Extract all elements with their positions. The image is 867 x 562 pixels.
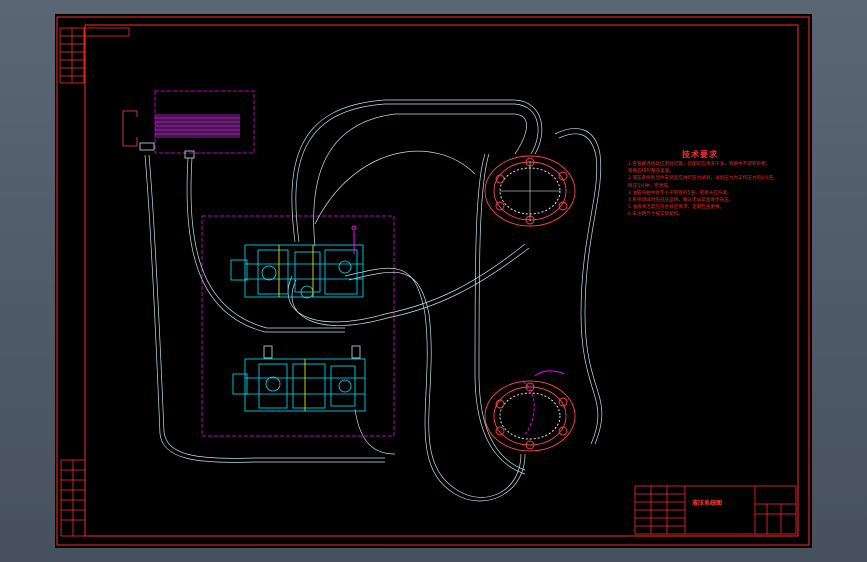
- drawing-canvas: [56, 16, 810, 546]
- cad-window: 技术要求 1.各管路连接处应密封可靠，装配前应清洗干净，管路中不得有杂物， 管路…: [0, 0, 867, 562]
- technical-notes: 1.各管路连接处应密封可靠，装配前应清洗干净，管路中不得有杂物， 管路应排列整齐…: [628, 161, 793, 219]
- note-line: 6.未注明尺寸按实际配作。: [628, 212, 683, 218]
- note-line: 管路应排列整齐美观。: [628, 169, 674, 175]
- code-box: [59, 27, 130, 84]
- revision-stamp: [60, 459, 86, 537]
- note-line: 4.系统调试时先低压运转，确认无异常后逐步升压。: [628, 198, 734, 204]
- oil-tank: [122, 90, 255, 159]
- drawing-title: 液压系统图: [692, 500, 723, 507]
- actuator-upper: [484, 155, 576, 227]
- note-line: 保压5分钟，无泄漏。: [628, 183, 673, 189]
- pump-upper: [230, 244, 364, 299]
- drawing-viewport[interactable]: 技术要求 1.各管路连接处应密封可靠，装配前应清洗干净，管路中不得有杂物， 管路…: [55, 14, 812, 548]
- outer-frame: [56, 16, 810, 546]
- title-block: [634, 485, 797, 535]
- notes-title: 技术要求: [682, 150, 718, 159]
- pump-lower: [232, 345, 366, 412]
- note-line: 1.各管路连接处应密封可靠，装配前应清洗干净，管路中不得有杂物，: [628, 162, 771, 167]
- rod-knob-icon: [351, 225, 357, 231]
- note-line: 2.液压系统各元件安装后应进行压力试验，试验压力为工作压力的1.5倍，: [628, 176, 778, 182]
- note-line: 5.油液清洁度应符合规定要求，定期检查更换。: [628, 205, 725, 211]
- actuator-lower: [484, 370, 576, 452]
- note-line: 3.油管弯曲半径不小于管径的5倍，管接头应拧紧。: [628, 190, 732, 196]
